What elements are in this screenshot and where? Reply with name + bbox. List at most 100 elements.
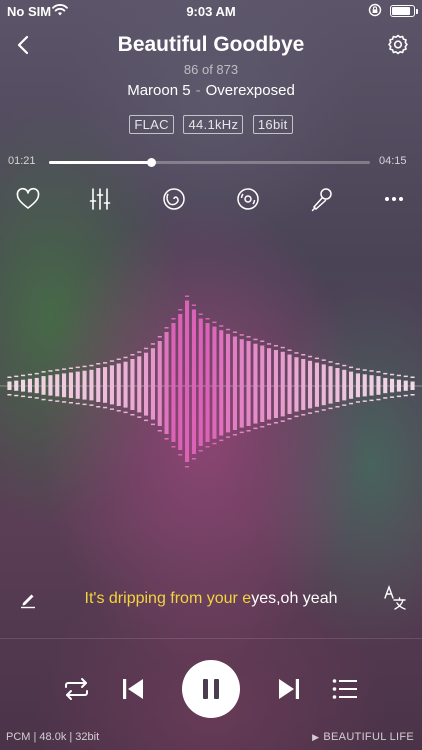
waveform-bar xyxy=(185,300,190,462)
artist-name[interactable]: Maroon 5 xyxy=(127,82,190,99)
waveform-peak-cap xyxy=(246,336,251,338)
waveform-peak-cap xyxy=(403,375,408,378)
action-row xyxy=(0,185,422,213)
waveform-bar xyxy=(294,357,299,412)
disc-icon[interactable] xyxy=(234,185,262,213)
waveform-bar xyxy=(362,374,367,397)
waveform-peak-cap xyxy=(335,406,340,408)
pause-button[interactable] xyxy=(182,660,240,718)
waveform-peak-cap xyxy=(226,436,231,438)
waveform-peak-cap xyxy=(62,401,67,403)
waveform-peak-cap xyxy=(68,402,73,404)
waveform-peak-cap xyxy=(130,414,135,416)
waveform-bar xyxy=(376,376,381,395)
back-chevron-icon[interactable] xyxy=(12,32,36,58)
waveform-peak-cap xyxy=(314,410,319,413)
waveform-bar xyxy=(89,369,94,401)
next-icon[interactable] xyxy=(277,677,301,701)
clock: 9:03 AM xyxy=(186,4,236,19)
waveform-peak-cap xyxy=(55,400,60,402)
waveform-bar xyxy=(62,373,67,398)
waveform-bar xyxy=(157,341,162,426)
equalizer-icon[interactable] xyxy=(86,185,114,213)
previous-icon[interactable] xyxy=(121,677,145,701)
waveform-peak-cap xyxy=(89,404,94,406)
waveform-peak-cap xyxy=(369,399,374,402)
microphone-icon[interactable] xyxy=(308,185,336,213)
waveform-peak-cap xyxy=(212,442,217,445)
waveform-peak-cap xyxy=(68,367,73,369)
waveform-peak-cap xyxy=(62,368,67,370)
waveform-bar xyxy=(321,364,326,406)
progress-thumb[interactable] xyxy=(147,158,157,167)
elapsed-time: 01:21 xyxy=(8,155,36,167)
waveform-bar xyxy=(403,380,408,391)
waveform-bar xyxy=(103,367,108,403)
waveform-peak-cap xyxy=(321,409,326,411)
waveform-peak-cap xyxy=(335,363,340,365)
waveform-peak-cap xyxy=(96,363,101,365)
edit-pencil-icon[interactable] xyxy=(18,589,38,609)
waveform-peak-cap xyxy=(157,430,162,432)
waveform-bar xyxy=(280,351,285,417)
more-dots-icon[interactable] xyxy=(380,185,408,213)
waveform-peak-cap xyxy=(14,394,19,397)
waveform-bar xyxy=(253,343,258,424)
status-bar: No SIM 9:03 AM xyxy=(0,0,422,22)
waveform-bar xyxy=(369,375,374,396)
waveform-peak-cap xyxy=(355,401,360,403)
waveform-peak-cap xyxy=(267,343,272,345)
waveform-peak-cap xyxy=(178,309,183,311)
waveform-bar xyxy=(21,379,26,392)
waveform-bar xyxy=(273,350,278,418)
waveform-peak-cap xyxy=(48,370,53,372)
waveform-bar xyxy=(287,354,292,414)
waveform-peak-cap xyxy=(103,406,108,409)
waveform-peak-cap xyxy=(253,427,258,430)
waveform-peak-cap xyxy=(96,406,101,408)
waveform-peak-cap xyxy=(41,371,46,373)
waveform-peak-cap xyxy=(301,414,306,416)
heart-icon[interactable] xyxy=(14,185,42,213)
album-name[interactable]: Overexposed xyxy=(206,82,295,99)
translate-icon[interactable] xyxy=(383,585,407,611)
waveform-peak-cap xyxy=(410,394,415,396)
waveform-peak-cap xyxy=(21,395,26,398)
waveform-peak-cap xyxy=(232,331,237,333)
current-lyric: It's dripping from your eyes,oh yeah xyxy=(50,590,372,608)
waveform-peak-cap xyxy=(314,357,319,360)
waveform-peak-cap xyxy=(150,343,155,345)
waveform-peak-cap xyxy=(137,351,142,353)
repeat-icon[interactable] xyxy=(63,677,90,701)
waveform-bar xyxy=(205,323,210,442)
waveform-peak-cap xyxy=(273,345,278,347)
waveform-peak-cap xyxy=(123,356,128,359)
bit-depth-badge: 16bit xyxy=(252,115,293,134)
waveform-peak-cap xyxy=(82,403,87,406)
gear-icon[interactable] xyxy=(386,33,410,57)
play-triangle-icon: ▶ xyxy=(312,732,320,742)
waveform-bar xyxy=(355,373,360,398)
playlist-link[interactable]: ▶ BEAUTIFUL LIFE xyxy=(312,731,414,743)
waveform-bar xyxy=(226,333,231,433)
waveform-bar xyxy=(239,339,244,428)
waveform-peak-cap xyxy=(191,458,196,460)
waveform-bar xyxy=(410,381,415,390)
waveform-bar xyxy=(383,377,388,394)
waveform-peak-cap xyxy=(267,423,272,426)
waveform-peak-cap xyxy=(349,366,354,369)
waveform-bar xyxy=(191,309,196,454)
spiral-effect-icon[interactable] xyxy=(160,185,188,213)
waveform-peak-cap xyxy=(27,396,32,398)
progress-slider[interactable] xyxy=(49,158,370,167)
waveform-bar xyxy=(267,348,272,420)
waveform-peak-cap xyxy=(7,394,12,396)
waveform-bar xyxy=(27,378,32,393)
waveform-bar xyxy=(130,359,135,410)
waveform-peak-cap xyxy=(144,419,149,422)
waveform-peak-cap xyxy=(164,438,169,440)
waveform-peak-cap xyxy=(219,439,224,442)
lyric-unsung-part: yes,oh yeah xyxy=(251,590,338,607)
waveform-peak-cap xyxy=(232,434,237,436)
queue-list-icon[interactable] xyxy=(332,678,358,700)
